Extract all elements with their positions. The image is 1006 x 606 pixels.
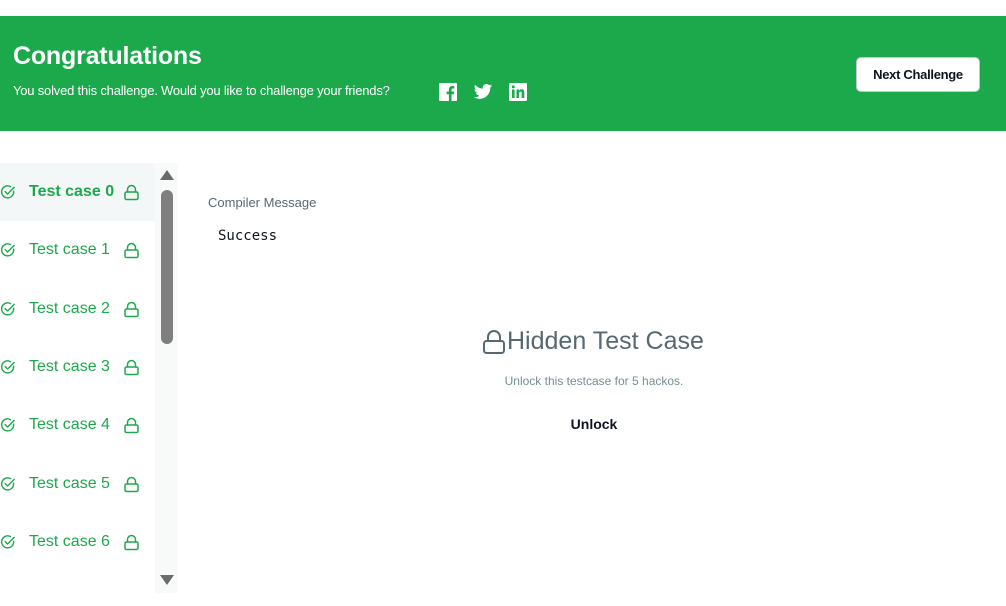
check-circle-icon	[0, 185, 15, 199]
check-circle-icon	[0, 360, 15, 374]
banner-subtitle: You solved this challenge. Would you lik…	[13, 83, 390, 98]
testcase-item[interactable]: Test case 1	[0, 221, 155, 279]
testcase-label: Test case 5	[29, 474, 110, 492]
scroll-down-arrow-icon[interactable]	[159, 574, 175, 586]
hidden-testcase-title: Hidden Test Case	[482, 327, 704, 356]
check-circle-icon	[0, 301, 15, 316]
linkedin-icon[interactable]	[508, 82, 528, 102]
compiler-message-label: Compiler Message	[208, 195, 317, 210]
testcase-item[interactable]: Test case 5	[0, 455, 155, 513]
lock-icon	[124, 534, 139, 551]
lock-icon	[124, 417, 139, 434]
check-circle-icon	[0, 418, 15, 432]
lock-icon	[124, 359, 139, 376]
testcase-label: Test case 6	[29, 532, 110, 550]
lock-icon	[124, 476, 139, 492]
unlock-button[interactable]: Unlock	[544, 412, 644, 436]
testcase-label: Test case 4	[29, 416, 110, 434]
facebook-icon[interactable]	[438, 82, 458, 102]
next-challenge-button[interactable]: Next Challenge	[856, 57, 980, 92]
testcase-item[interactable]: Test case 0	[0, 163, 155, 221]
testcase-item[interactable]: Test case 2	[0, 280, 155, 338]
lock-icon	[124, 243, 139, 259]
check-circle-icon	[0, 535, 15, 549]
testcase-item[interactable]: Test case 6	[0, 513, 155, 571]
scroll-up-arrow-icon[interactable]	[159, 169, 175, 181]
testcase-label: Test case 1	[29, 241, 110, 259]
lock-icon	[124, 184, 139, 201]
success-banner: Congratulations You solved this challeng…	[0, 16, 1006, 131]
testcase-label: Test case 2	[29, 299, 110, 317]
lock-icon	[124, 301, 139, 317]
testcase-label: Test case 3	[29, 357, 110, 375]
banner-title: Congratulations	[13, 42, 202, 70]
hidden-testcase-title-text: Hidden Test Case	[507, 327, 704, 355]
testcase-label: Test case 0	[29, 183, 115, 200]
testcase-item[interactable]: Test case 4	[0, 396, 155, 454]
check-circle-icon	[0, 476, 15, 491]
scrollbar-thumb[interactable]	[161, 190, 173, 344]
testcase-item[interactable]: Test case 3	[0, 338, 155, 396]
compiler-message-output: Success	[218, 228, 278, 244]
check-circle-icon	[0, 243, 15, 257]
testcase-list: Test case 0 Test case 1 Test case 2 Test ca…	[0, 163, 155, 593]
twitter-icon[interactable]	[473, 82, 493, 102]
lock-icon	[483, 329, 505, 354]
hidden-testcase-description: Unlock this testcase for 5 hackos.	[504, 374, 684, 388]
